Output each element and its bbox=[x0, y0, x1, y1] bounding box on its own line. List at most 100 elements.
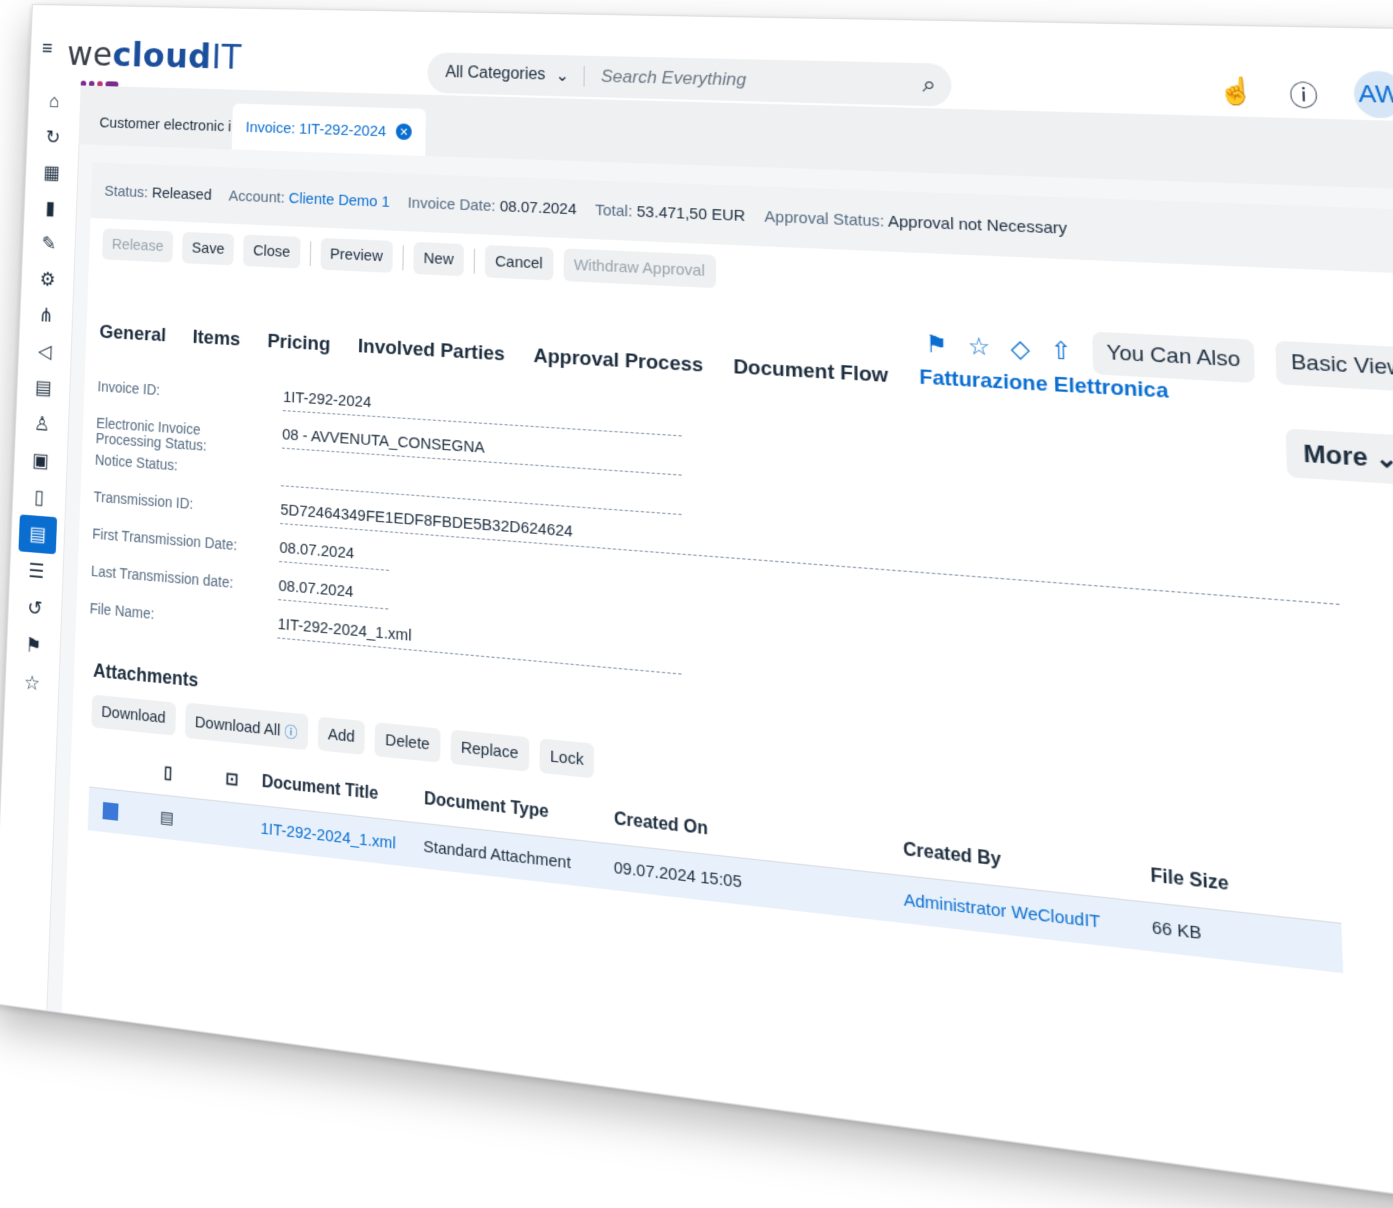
refresh-icon[interactable]: ↻ bbox=[27, 119, 79, 156]
withdraw-approval-button[interactable]: Withdraw Approval bbox=[563, 248, 716, 289]
first-transmission-date-field[interactable]: 08.07.2024 bbox=[279, 538, 390, 571]
help-icon[interactable]: ⓘ bbox=[1289, 73, 1319, 113]
file-size-cell: 66 KB bbox=[1151, 917, 1202, 944]
history-icon[interactable]: ↺ bbox=[8, 588, 62, 630]
field-label: Invoice ID: bbox=[97, 378, 161, 399]
invoice-icon[interactable]: ▤ bbox=[18, 514, 58, 555]
divider bbox=[402, 244, 404, 270]
status-label: Status: bbox=[104, 182, 149, 201]
object-page: Status: Released Account: Cliente Demo 1… bbox=[61, 162, 1393, 1205]
column-document-title[interactable]: Document Title bbox=[262, 773, 425, 810]
app-window: ≡ wecloudIT All Categories ⌄ Search Ever… bbox=[0, 4, 1393, 1208]
download-button[interactable]: Download bbox=[91, 694, 176, 736]
customer-icon[interactable]: ♙ bbox=[15, 404, 68, 444]
invoice-date-value: 08.07.2024 bbox=[499, 197, 577, 218]
logo-it: IT bbox=[210, 37, 243, 78]
row-checkbox[interactable] bbox=[88, 800, 133, 822]
touch-icon[interactable]: ☝ bbox=[1218, 75, 1254, 108]
tab-items[interactable]: Items bbox=[192, 327, 240, 352]
xml-file-icon: ▤ bbox=[159, 808, 174, 829]
share-icon[interactable]: ⇧ bbox=[1050, 336, 1072, 366]
add-button[interactable]: Add bbox=[317, 716, 366, 755]
flag-icon[interactable]: ⚑ bbox=[7, 625, 61, 667]
field-label: Transmission ID: bbox=[93, 488, 194, 513]
tab-general[interactable]: General bbox=[99, 321, 166, 347]
logo[interactable]: wecloudIT bbox=[66, 35, 242, 78]
hierarchy-icon[interactable]: ⋔ bbox=[20, 296, 73, 335]
flag-icon[interactable]: ⚑ bbox=[925, 330, 948, 360]
new-button[interactable]: New bbox=[413, 241, 464, 277]
logo-dots bbox=[80, 74, 127, 88]
divider bbox=[309, 240, 311, 266]
attachments-table: ▯ ⊡ Document Title Document Type Created… bbox=[87, 741, 1344, 974]
status-value: Released bbox=[151, 184, 212, 204]
field-label: First Transmission Date: bbox=[92, 525, 238, 554]
save-button[interactable]: Save bbox=[181, 231, 235, 266]
invoice-date-label: Invoice Date: bbox=[407, 193, 496, 215]
favorites-icon[interactable]: ☆ bbox=[5, 662, 59, 705]
pen-icon[interactable]: ✎ bbox=[23, 225, 76, 263]
search-icon[interactable]: ⌕ bbox=[907, 70, 952, 99]
account-link[interactable]: Cliente Demo 1 bbox=[289, 189, 390, 210]
account-label: Account: bbox=[228, 186, 285, 207]
tag-icon[interactable]: ◇ bbox=[1010, 334, 1030, 364]
sales-document-icon[interactable]: ▤ bbox=[17, 368, 70, 408]
attachments-title: Attachments bbox=[92, 659, 199, 691]
analytics-icon[interactable]: ▮ bbox=[24, 190, 77, 228]
file-icon: ▯ bbox=[163, 763, 173, 783]
approval-status-value: Approval not Necessary bbox=[887, 211, 1068, 238]
header-icons: ☝ ⓘ AW bbox=[1218, 67, 1393, 119]
download-all-label: Download All bbox=[194, 713, 281, 740]
help-icon[interactable]: ⓘ bbox=[284, 723, 297, 741]
clipboard-icon[interactable]: ▯ bbox=[12, 477, 66, 518]
column-file-size[interactable]: File Size bbox=[1150, 866, 1298, 903]
logo-cloud: cloud bbox=[112, 35, 213, 78]
home-icon[interactable]: ⌂ bbox=[28, 84, 80, 121]
document-title-link[interactable]: 1IT-292-2024_1.xml bbox=[260, 819, 423, 856]
last-transmission-date-field[interactable]: 08.07.2024 bbox=[278, 576, 389, 610]
preview-button[interactable]: Preview bbox=[320, 237, 393, 273]
settings-icon[interactable]: ⚙ bbox=[21, 261, 74, 299]
dashboard-icon[interactable]: ▦ bbox=[25, 154, 78, 191]
total-value: 53.471,50 EUR bbox=[636, 202, 746, 225]
close-icon[interactable]: ✕ bbox=[395, 123, 412, 141]
checkbox[interactable] bbox=[102, 801, 119, 821]
total-label: Total: bbox=[595, 200, 633, 221]
column-document-type[interactable]: Document Type bbox=[424, 790, 614, 830]
lock-button[interactable]: Lock bbox=[539, 738, 595, 779]
delete-button[interactable]: Delete bbox=[374, 722, 441, 763]
field-label: Notice Status: bbox=[94, 451, 178, 474]
search-input[interactable]: Search Everything bbox=[585, 66, 908, 95]
document-type-cell: Standard Attachment bbox=[423, 836, 571, 873]
lock-cell bbox=[201, 821, 260, 828]
close-button[interactable]: Close bbox=[243, 234, 301, 269]
tab-approval-process[interactable]: Approval Process bbox=[533, 345, 703, 378]
approval-status-label: Approval Status: bbox=[764, 207, 885, 231]
replace-button[interactable]: Replace bbox=[450, 729, 530, 772]
release-button[interactable]: Release bbox=[102, 228, 174, 263]
tab-fatturazione-elettronica[interactable]: Fatturazione Elettronica bbox=[919, 366, 1169, 405]
tab-document-flow[interactable]: Document Flow bbox=[733, 356, 888, 389]
chevron-down-icon: ⌄ bbox=[555, 67, 570, 86]
tab-invoice[interactable]: Invoice: 1IT-292-2024 ✕ bbox=[231, 103, 427, 156]
select-column-header bbox=[90, 764, 134, 769]
cancel-button[interactable]: Cancel bbox=[484, 244, 554, 281]
more-label: More bbox=[1302, 438, 1369, 472]
list-icon[interactable]: ☰ bbox=[10, 551, 64, 592]
hamburger-icon[interactable]: ≡ bbox=[42, 38, 53, 60]
tab-pricing[interactable]: Pricing bbox=[267, 331, 330, 357]
more-button[interactable]: More ⌄ bbox=[1285, 428, 1393, 486]
id-card-icon[interactable]: ▣ bbox=[14, 441, 67, 481]
einvoice-form: Invoice ID: 1IT-292-2024 Electronic Invoi… bbox=[89, 373, 1340, 687]
campaign-icon[interactable]: ◁ bbox=[18, 332, 71, 371]
logo-we: we bbox=[66, 34, 114, 75]
tab-involved-parties[interactable]: Involved Parties bbox=[358, 336, 505, 367]
tab-label: Customer electronic in... bbox=[99, 113, 252, 136]
avatar[interactable]: AW bbox=[1353, 70, 1393, 119]
star-icon[interactable]: ☆ bbox=[967, 332, 990, 362]
tab-label: Invoice: 1IT-292-2024 bbox=[245, 118, 387, 140]
download-all-button[interactable]: Download All ⓘ bbox=[184, 702, 309, 751]
category-label: All Categories bbox=[445, 63, 546, 84]
category-select[interactable]: All Categories ⌄ bbox=[427, 62, 585, 87]
divider bbox=[473, 248, 475, 274]
